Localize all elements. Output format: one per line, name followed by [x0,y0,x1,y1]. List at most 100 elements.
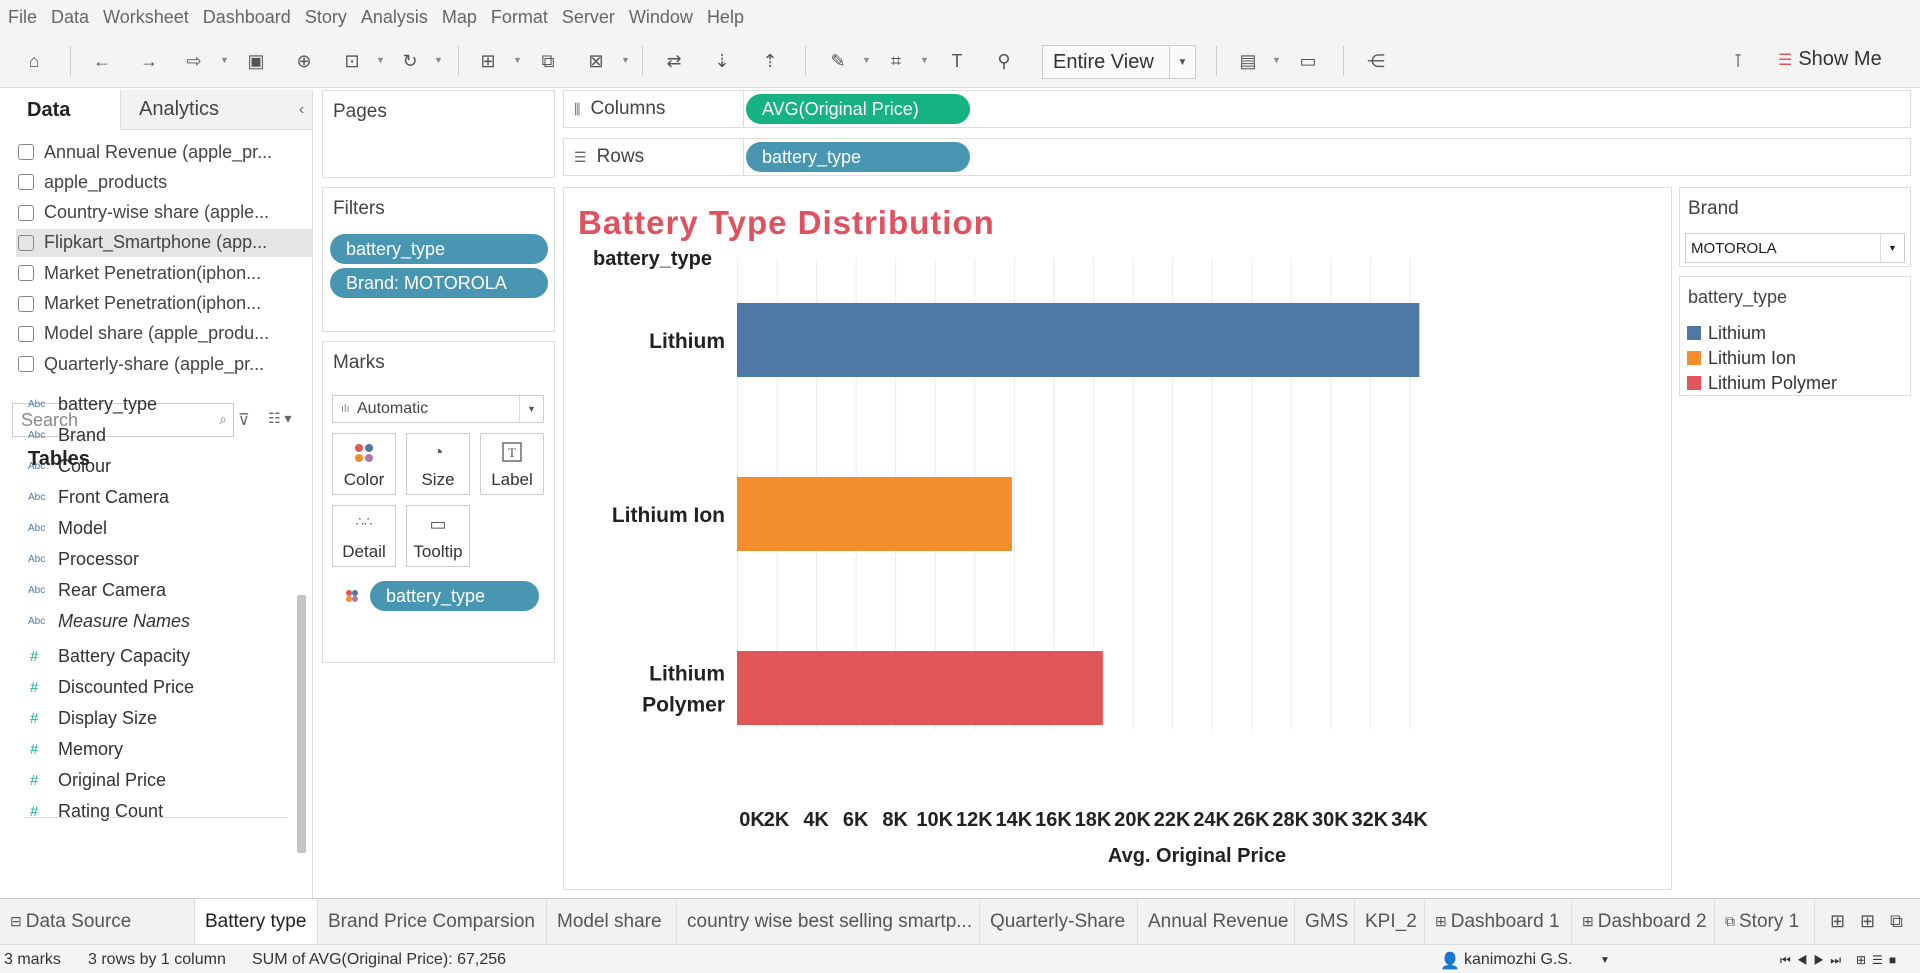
pages-shelf[interactable]: Pages [322,90,555,178]
chevron-down-icon[interactable]: ▼ [434,55,443,65]
measure-field[interactable]: # Memory [28,734,123,764]
new-story-icon[interactable]: ⧉ [1890,911,1903,932]
show-me-button[interactable]: ☰ Show Me [1778,48,1882,71]
measure-field[interactable]: # Original Price [28,765,166,795]
color-button[interactable]: Color [332,433,396,495]
tab-data[interactable]: Data [0,90,120,130]
menu-item-analysis[interactable]: Analysis [361,7,428,28]
bar[interactable] [737,477,1012,551]
dimension-field[interactable]: Abc battery_type [28,389,157,419]
refresh-icon[interactable]: ↻ [398,49,422,73]
filter-pill-brand[interactable]: Brand: MOTOROLA [330,268,548,298]
replay-icon[interactable]: ⇨ [182,49,206,73]
show-cards-icon[interactable]: ▤ [1236,49,1260,73]
sheet-tab[interactable]: Brand Price Comparsion [318,899,547,944]
dimension-field[interactable]: Abc Processor [28,544,139,574]
filter-icon[interactable]: ⊽ [238,410,250,430]
menu-item-file[interactable]: File [8,7,37,28]
fix-axes-icon[interactable]: ⚲ [992,49,1016,73]
sheet-tab[interactable]: GMS [1295,899,1355,944]
bar[interactable] [737,303,1420,377]
legend-item[interactable]: Lithium [1687,321,1766,345]
data-source-item[interactable]: Country-wise share (apple... [18,199,298,227]
user-name[interactable]: kanimozhi G.S. [1464,951,1572,969]
filter-pill-battery-type[interactable]: battery_type [330,234,548,264]
measure-field[interactable]: # Display Size [28,703,157,733]
rows-pill[interactable]: battery_type [746,142,970,172]
label-button[interactable]: T Label [480,433,544,495]
highlight-icon[interactable]: ✎ [826,49,850,73]
dimension-field[interactable]: Abc Colour [28,451,111,481]
sheet-tab[interactable]: ⊞ Dashboard 1 [1425,899,1572,944]
view-mode-icon[interactable]: ☷ ▾ [268,410,291,427]
legend-item[interactable]: Lithium Ion [1687,346,1796,370]
sort-descending-icon[interactable]: ⇡ [758,49,782,73]
sheet-tab[interactable]: Battery type [195,899,318,944]
data-source-item[interactable]: apple_products [18,168,298,196]
save-icon[interactable]: ▣ [244,49,268,73]
chevron-down-icon[interactable]: ▼ [920,55,929,65]
new-dashboard-icon[interactable]: ⊞ [1860,911,1875,932]
new-worksheet-icon[interactable]: ⊞ [476,49,500,73]
columns-pill[interactable]: AVG(Original Price) [746,94,970,124]
chevron-down-icon[interactable]: ▼ [220,55,229,65]
menu-item-window[interactable]: Window [629,7,693,28]
menu-item-map[interactable]: Map [442,7,477,28]
legend-item[interactable]: Lithium Polymer [1687,371,1837,395]
chevron-down-icon[interactable]: ▼ [513,55,522,65]
measure-field[interactable]: # Rating Count [28,796,163,826]
sheet-tab[interactable]: ⊟ Data Source [0,899,195,944]
chevron-down-icon[interactable]: ▼ [376,55,385,65]
data-source-item[interactable]: Quarterly-share (apple_pr... [18,350,298,378]
chevron-down-icon[interactable]: ▼ [862,55,871,65]
sheet-tab[interactable]: KPI_2 [1355,899,1425,944]
share-icon[interactable]: ⋲ [1364,49,1388,73]
group-members-icon[interactable]: ⌗ [884,49,908,73]
menu-item-dashboard[interactable]: Dashboard [203,7,291,28]
clear-sheet-icon[interactable]: ⊠ [584,49,608,73]
home-icon[interactable]: ⌂ [22,49,46,73]
menu-item-worksheet[interactable]: Worksheet [103,7,189,28]
fit-mode-select[interactable]: Entire View ▼ [1042,45,1196,79]
bar[interactable] [737,651,1103,725]
marks-color-pill[interactable]: battery_type [370,581,539,611]
data-source-item[interactable]: Annual Revenue (apple_pr... [18,138,298,166]
sheet-tab[interactable]: Quarterly-Share [980,899,1138,944]
new-worksheet-icon[interactable]: ⊞ [1830,911,1845,932]
menu-item-story[interactable]: Story [305,7,347,28]
collapse-pane-icon[interactable]: ‹ [290,90,312,130]
chevron-down-icon[interactable]: ▼ [1272,55,1281,65]
duplicate-sheet-icon[interactable]: ⧉ [536,49,560,73]
sort-ascending-icon[interactable]: ⇣ [710,49,734,73]
data-source-item[interactable]: Market Penetration(iphon... [18,259,298,287]
chevron-down-icon[interactable]: ▼ [1600,955,1610,966]
menu-item-help[interactable]: Help [707,7,744,28]
dimension-field[interactable]: Abc Front Camera [28,482,169,512]
detail-button[interactable]: ∴∴ Detail [332,505,396,567]
sheet-tab[interactable]: ⧉ Story 1 [1715,899,1815,944]
sheet-view-icon[interactable]: ⊞☰■ [1856,953,1902,967]
pause-update-icon[interactable]: ⊡ [340,49,364,73]
format-painter-icon[interactable]: ⊺ [1726,49,1750,73]
dimension-field[interactable]: Abc Brand [28,420,106,450]
chevron-down-icon[interactable]: ▼ [621,55,630,65]
presentation-mode-icon[interactable]: ▭ [1296,49,1320,73]
menu-item-server[interactable]: Server [562,7,615,28]
sheet-tab[interactable]: Model share [547,899,677,944]
sheet-tab[interactable]: country wise best selling smartp... [677,899,980,944]
menu-item-format[interactable]: Format [491,7,548,28]
sheet-navigation-icon[interactable]: ⏮◀▶⏭ [1780,953,1847,968]
measure-field[interactable]: # Battery Capacity [28,641,190,671]
scrollbar[interactable] [297,595,306,853]
sheet-tab[interactable]: Annual Revenue [1138,899,1295,944]
menu-item-data[interactable]: Data [51,7,89,28]
tab-analytics[interactable]: Analytics [120,90,290,130]
sheet-tab[interactable]: ⊞ Dashboard 2 [1572,899,1715,944]
measure-field[interactable]: # Discounted Price [28,672,194,702]
data-source-item[interactable]: Market Penetration(iphon... [18,290,298,318]
show-mark-labels-icon[interactable]: T [945,49,969,73]
size-button[interactable]: ◔ Size [406,433,470,495]
new-datasource-icon[interactable]: ⊕ [292,49,316,73]
swap-rows-columns-icon[interactable]: ⇄ [662,49,686,73]
undo-icon[interactable]: ← [90,49,114,73]
